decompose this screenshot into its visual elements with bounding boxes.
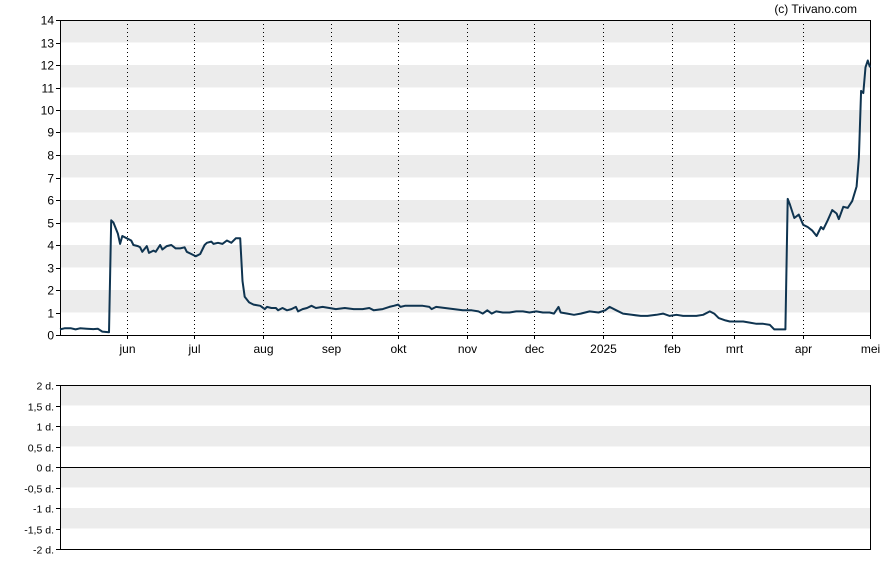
grid-band xyxy=(60,290,870,313)
bottom-grid-bands xyxy=(60,385,870,529)
top-grid-bands xyxy=(60,20,870,313)
y-tick-label: -2 d. xyxy=(33,545,54,557)
grid-band xyxy=(60,20,870,43)
y-tick-label: 12 xyxy=(41,59,55,73)
y-tick-label: 0 xyxy=(47,329,54,343)
credit-text: (c) Trivano.com xyxy=(774,2,857,16)
y-tick-label: 0 d. xyxy=(36,463,54,475)
top-panel: 01234567891011121314 jun jul aug sep okt nov d… xyxy=(41,14,881,357)
bottom-y-axis: -2 d. -1,5 d. -1 d. -0,5 d. 0 d. 0,5 d. 1 d. 1,… xyxy=(24,381,60,557)
x-tick-label: nov xyxy=(458,342,477,356)
price-chart: (c) Trivano.com 01234567891011121314 jun… xyxy=(24,2,881,557)
y-tick-label: 13 xyxy=(41,37,55,51)
x-tick-label: aug xyxy=(253,342,273,356)
x-tick-label: apr xyxy=(795,342,812,356)
grid-band xyxy=(60,65,870,88)
y-tick-label: 9 xyxy=(47,126,54,140)
grid-band xyxy=(60,110,870,133)
x-tick-label: okt xyxy=(390,342,407,356)
y-tick-label: 5 xyxy=(47,217,54,231)
y-tick-label: 3 xyxy=(47,262,54,276)
grid-band xyxy=(60,426,870,447)
y-tick-label: -0,5 d. xyxy=(24,484,54,496)
y-tick-label: -1 d. xyxy=(33,504,54,516)
top-y-axis: 01234567891011121314 xyxy=(41,14,60,343)
y-tick-label: 0,5 d. xyxy=(28,443,54,455)
grid-band xyxy=(60,200,870,223)
y-tick-label: 1 xyxy=(47,307,54,321)
y-tick-label: 2 d. xyxy=(36,381,54,393)
x-tick-label: mrt xyxy=(726,342,744,356)
y-tick-label: 8 xyxy=(47,149,54,163)
x-tick-label: jun xyxy=(118,342,135,356)
y-tick-label: 7 xyxy=(47,172,54,186)
x-tick-label: sep xyxy=(322,342,342,356)
x-tick-label: mei xyxy=(861,342,880,356)
y-tick-label: -1,5 d. xyxy=(24,525,54,537)
grid-band xyxy=(60,385,870,406)
bottom-panel: -2 d. -1,5 d. -1 d. -0,5 d. 0 d. 0,5 d. 1 d. 1,… xyxy=(24,381,871,557)
y-tick-label: 1,5 d. xyxy=(28,402,54,414)
y-tick-label: 14 xyxy=(41,14,55,28)
y-tick-label: 1 d. xyxy=(36,422,54,434)
y-tick-label: 2 xyxy=(47,284,54,298)
grid-band xyxy=(60,508,870,529)
y-tick-label: 10 xyxy=(41,104,55,118)
y-tick-label: 4 xyxy=(47,239,54,253)
y-tick-label: 6 xyxy=(47,194,54,208)
top-x-axis: jun jul aug sep okt nov dec 2025 feb mrt apr mei xyxy=(118,335,880,356)
grid-band xyxy=(60,467,870,488)
x-tick-label: dec xyxy=(525,342,544,356)
x-tick-label: jul xyxy=(187,342,200,356)
x-tick-label: 2025 xyxy=(590,342,617,356)
x-tick-label: feb xyxy=(664,342,681,356)
grid-band xyxy=(60,155,870,178)
y-tick-label: 11 xyxy=(42,82,55,96)
